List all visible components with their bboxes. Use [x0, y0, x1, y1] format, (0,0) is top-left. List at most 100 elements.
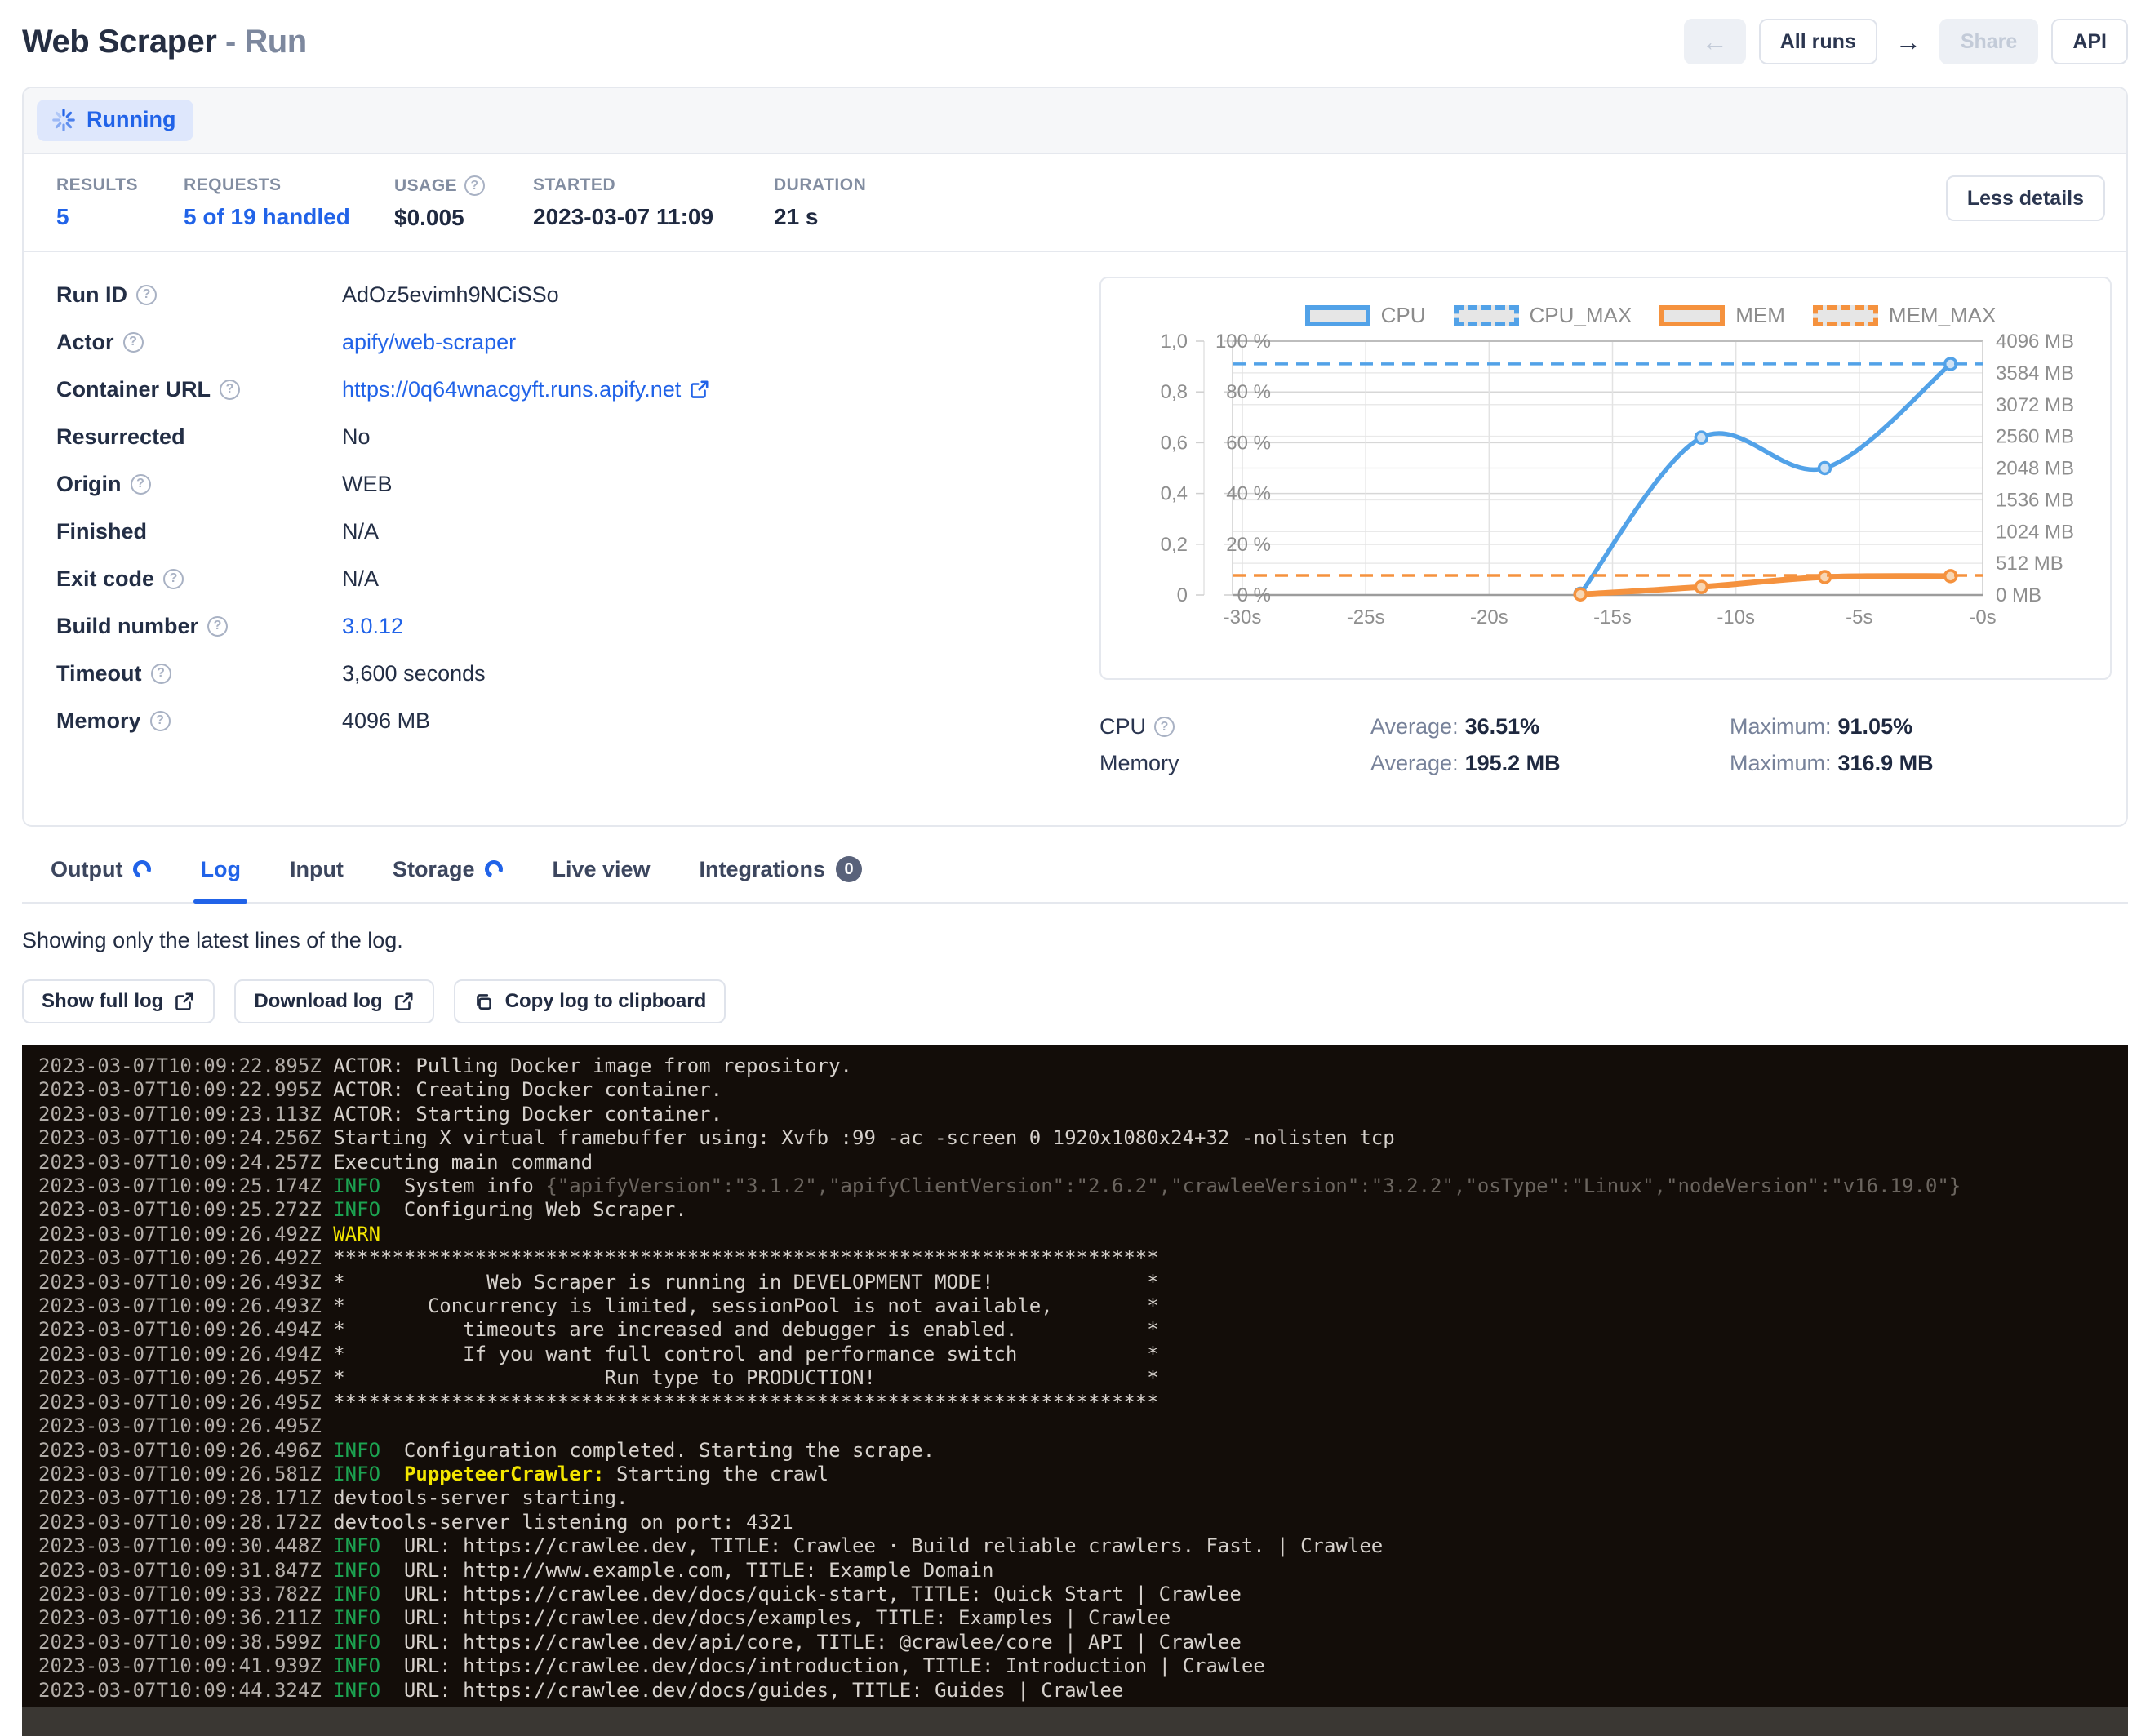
svg-text:60 %: 60 %	[1226, 432, 1271, 454]
stat-results: RESULTS5	[56, 175, 184, 230]
log-level-info: INFO	[333, 1606, 380, 1629]
stat-value: 21 s	[774, 204, 866, 230]
legend-item-mem[interactable]: MEM	[1659, 303, 1785, 328]
status-badge: Running	[37, 100, 193, 141]
api-button[interactable]: API	[2051, 19, 2128, 64]
less-details-button[interactable]: Less details	[1946, 175, 2105, 221]
help-icon[interactable]: ?	[151, 664, 171, 684]
next-run-button[interactable]: →	[1890, 19, 1926, 64]
share-button[interactable]: Share	[1939, 19, 2038, 64]
svg-text:20 %: 20 %	[1226, 534, 1271, 556]
tab-output[interactable]: Output	[49, 848, 153, 902]
detail-value: WEB	[342, 472, 393, 497]
help-icon[interactable]: ?	[123, 332, 144, 353]
metrics-column: CPUCPU_MAXMEMMEM_MAX 1,00,80,60,40,20100…	[1099, 277, 2112, 788]
detail-value-text: N/A	[342, 566, 379, 592]
detail-value[interactable]: 3.0.12	[342, 614, 403, 639]
metrics-maximum-value: 91.05%	[1838, 714, 1913, 739]
run-card: Running RESULTS5REQUESTS5 of 19 handledU…	[22, 87, 2128, 827]
stat-value[interactable]: 5	[56, 204, 184, 230]
metrics-summary-label-text: CPU	[1099, 714, 1146, 739]
detail-label: Container URL?	[56, 377, 342, 402]
log-text: {"apifyVersion":"3.1.2","apifyClientVers…	[545, 1174, 1961, 1197]
detail-label: Memory?	[56, 708, 342, 734]
arrow-right-icon: →	[1895, 29, 1921, 55]
legend-swatch	[1305, 305, 1370, 326]
download-log-button[interactable]: Download log	[234, 979, 433, 1023]
svg-text:512 MB: 512 MB	[1996, 553, 2063, 575]
page-title: Web Scraper - Run	[22, 24, 307, 60]
stat-usage: USAGE?$0.005	[394, 175, 533, 231]
stats-row: RESULTS5REQUESTS5 of 19 handledUSAGE?$0.…	[24, 154, 2126, 252]
detail-label: Timeout?	[56, 661, 342, 686]
log-text: URL: https://crawlee.dev/api/core, TITLE…	[380, 1631, 1242, 1654]
show-full-log-button[interactable]: Show full log	[22, 979, 215, 1023]
metrics-average: Average:36.51%	[1370, 714, 1730, 739]
running-spinner-icon	[51, 108, 76, 132]
detail-label-text: Finished	[56, 519, 147, 544]
legend-item-mem_max[interactable]: MEM_MAX	[1813, 303, 1996, 328]
stat-duration: DURATION21 s	[774, 175, 866, 230]
legend-swatch	[1659, 305, 1725, 326]
legend-swatch	[1454, 305, 1519, 326]
svg-text:3584 MB: 3584 MB	[1996, 362, 2074, 384]
log-text: ACTOR: Creating Docker container.	[333, 1078, 722, 1101]
log-level-warn: WARN	[333, 1223, 380, 1245]
previous-run-button[interactable]: ←	[1684, 19, 1746, 64]
log-timestamp: 2023-03-07T10:09:26.494Z	[38, 1318, 333, 1341]
metrics-summary-label: Memory	[1099, 751, 1370, 776]
legend-item-cpu_max[interactable]: CPU_MAX	[1454, 303, 1632, 328]
data-point-mem	[1695, 581, 1707, 593]
log-text: Starting X virtual framebuffer using: Xv…	[333, 1126, 1394, 1149]
metrics-chart-card: CPUCPU_MAXMEMMEM_MAX 1,00,80,60,40,20100…	[1099, 277, 2112, 680]
tab-storage[interactable]: Storage	[391, 848, 505, 902]
help-icon[interactable]: ?	[131, 474, 151, 495]
detail-value[interactable]: apify/web-scraper	[342, 330, 516, 355]
metrics-maximum-label: Maximum:	[1730, 714, 1832, 739]
legend-swatch	[1813, 305, 1878, 326]
external-icon	[393, 991, 415, 1012]
tab-live-view[interactable]: Live view	[550, 848, 651, 902]
stat-value: 2023-03-07 11:09	[533, 204, 774, 230]
help-icon[interactable]: ?	[220, 380, 240, 400]
tab-integrations[interactable]: Integrations0	[698, 848, 864, 902]
all-runs-button[interactable]: All runs	[1759, 19, 1877, 64]
stat-label: STARTED	[533, 175, 774, 195]
log-horizontal-scrollbar[interactable]	[22, 1707, 2128, 1736]
legend-item-cpu[interactable]: CPU	[1305, 303, 1426, 328]
help-icon[interactable]: ?	[163, 569, 184, 589]
log-text: Configuration completed. Starting the sc…	[380, 1439, 935, 1462]
log-text: ****************************************…	[333, 1391, 1158, 1414]
help-icon[interactable]: ?	[207, 616, 228, 637]
less-details-label: Less details	[1967, 187, 2084, 211]
log-text: ****************************************…	[333, 1246, 1158, 1269]
detail-value[interactable]: https://0q64wnacgyft.runs.apify.net	[342, 377, 710, 402]
log-text: * Run type to PRODUCTION! *	[333, 1366, 1158, 1389]
log-timestamp: 2023-03-07T10:09:31.847Z	[38, 1559, 333, 1582]
metrics-average-label: Average:	[1370, 714, 1459, 739]
help-icon[interactable]: ?	[464, 175, 485, 196]
stat-value: $0.005	[394, 205, 533, 231]
tab-log[interactable]: Log	[198, 848, 242, 902]
help-icon[interactable]: ?	[1154, 717, 1175, 737]
log-text: Configuring Web Scraper.	[380, 1198, 687, 1221]
svg-text:0,2: 0,2	[1161, 534, 1188, 556]
metrics-summary-label-text: Memory	[1099, 751, 1179, 776]
help-icon[interactable]: ?	[136, 285, 157, 305]
log-button-label: Show full log	[42, 990, 163, 1013]
svg-text:1536 MB: 1536 MB	[1996, 489, 2074, 511]
log-timestamp: 2023-03-07T10:09:30.448Z	[38, 1534, 333, 1557]
help-icon[interactable]: ?	[150, 711, 171, 731]
copy-log-to-clipboard-button[interactable]: Copy log to clipboard	[454, 979, 726, 1023]
run-tabs: Output Log Input Storage Live view Integratio…	[22, 848, 2128, 904]
svg-text:0 MB: 0 MB	[1996, 584, 2041, 606]
detail-value-text: https://0q64wnacgyft.runs.apify.net	[342, 377, 681, 402]
stat-value[interactable]: 5 of 19 handled	[184, 204, 394, 230]
log-text: Executing main command	[333, 1151, 593, 1174]
log-text: URL: http://www.example.com, TITLE: Exam…	[380, 1559, 993, 1582]
log-level-info: INFO	[333, 1463, 380, 1485]
log-level-info: INFO	[333, 1654, 380, 1677]
tab-label: Live view	[552, 857, 650, 882]
tab-input[interactable]: Input	[288, 848, 345, 902]
log-button-label: Download log	[254, 990, 382, 1013]
